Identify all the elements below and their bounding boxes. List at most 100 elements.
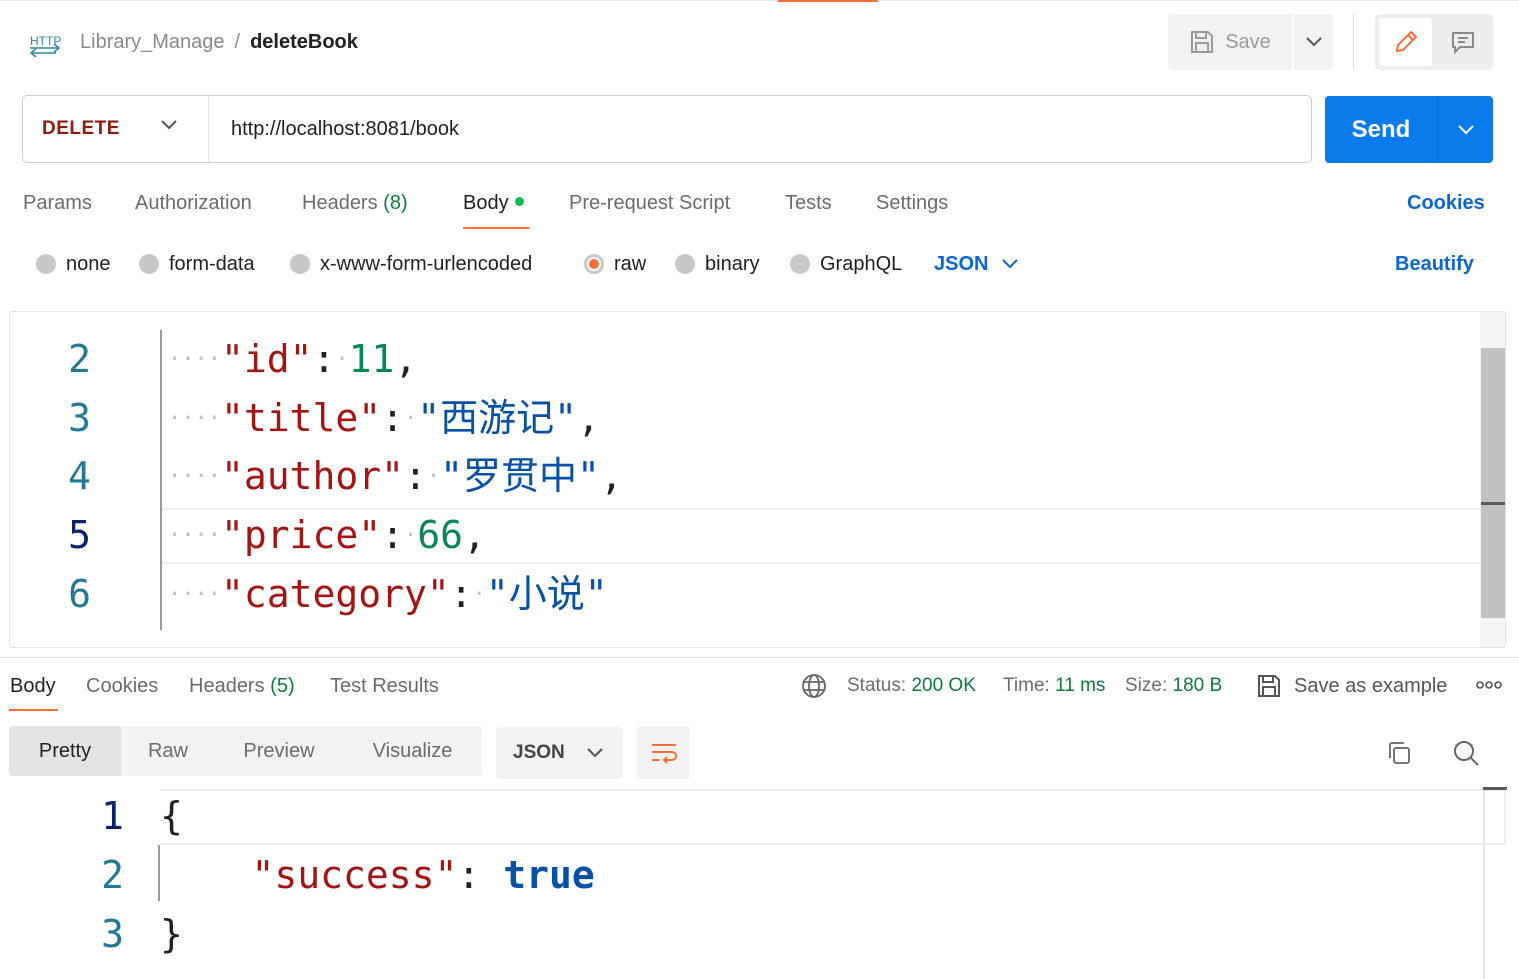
line-number: 3 xyxy=(101,912,124,956)
radio-urlencoded[interactable]: x-www-form-urlencoded xyxy=(290,248,532,280)
body-type-options: none form-data x-www-form-urlencoded raw… xyxy=(0,248,1519,282)
radio-form-data-label: form-data xyxy=(169,252,255,275)
body-indicator-dot xyxy=(514,197,524,206)
radio-none[interactable]: none xyxy=(36,248,111,280)
radio-dot-selected xyxy=(584,254,604,274)
tab-params[interactable]: Params xyxy=(23,188,92,218)
response-divider[interactable] xyxy=(0,657,1519,658)
response-tab-body[interactable]: Body xyxy=(10,672,56,700)
request-body-editor[interactable]: 2 ····"id":·11, 3 ····"title":·"西游记", 4 … xyxy=(9,311,1506,648)
wrap-lines-button[interactable] xyxy=(637,726,690,779)
cookies-link[interactable]: Cookies xyxy=(1407,188,1485,218)
tab-body[interactable]: Body xyxy=(463,188,524,218)
pencil-icon xyxy=(1395,30,1417,53)
code-line: 4 ····"author":·"罗贯中", xyxy=(10,447,1480,505)
radio-binary[interactable]: binary xyxy=(675,248,759,280)
radio-dot xyxy=(675,254,695,274)
line-number: 6 xyxy=(68,572,91,616)
line-number: 3 xyxy=(68,396,91,440)
radio-form-data[interactable]: form-data xyxy=(139,248,255,280)
response-tab-headers[interactable]: Headers (5) xyxy=(189,672,295,700)
tab-settings[interactable]: Settings xyxy=(876,188,948,218)
save-icon xyxy=(1258,675,1280,697)
time-indicator[interactable]: Time: 11 ms xyxy=(1003,672,1105,700)
tab-tests[interactable]: Tests xyxy=(785,188,832,218)
breadcrumb-collection[interactable]: Library_Manage xyxy=(80,30,225,54)
radio-dot xyxy=(290,254,310,274)
header-divider xyxy=(1353,14,1354,70)
response-format-select[interactable]: JSON xyxy=(496,727,623,779)
tab-headers-count: (8) xyxy=(383,192,408,214)
chevron-down-icon xyxy=(1002,259,1019,269)
response-body-viewer[interactable]: 1 { 2 "success": true 3 } xyxy=(0,787,1519,979)
line-number: 2 xyxy=(68,337,91,381)
time-value: 11 ms xyxy=(1055,675,1106,696)
line-number: 4 xyxy=(68,454,91,498)
response-tab-cookies[interactable]: Cookies xyxy=(86,672,158,700)
send-options-button[interactable] xyxy=(1437,96,1493,163)
code-text: "success": true xyxy=(251,853,595,897)
url-input[interactable] xyxy=(209,96,1311,162)
line-number: 2 xyxy=(101,853,124,897)
response-tab-headers-label: Headers xyxy=(189,675,265,697)
save-as-example-label: Save as example xyxy=(1294,675,1448,697)
more-options-icon[interactable] xyxy=(1476,678,1502,692)
current-line-highlight xyxy=(160,789,1506,845)
view-visualize[interactable]: Visualize xyxy=(343,726,482,776)
chevron-down-icon xyxy=(161,120,177,130)
scrollbar-cursor-marker xyxy=(1483,787,1507,790)
globe-icon[interactable] xyxy=(800,672,828,700)
code-text: ····"id":·11, xyxy=(168,337,418,381)
response-view-segmented: Pretty Raw Preview Visualize xyxy=(9,726,482,776)
radio-raw[interactable]: raw xyxy=(584,248,646,280)
radio-raw-label: raw xyxy=(614,252,647,275)
code-text: ····"author":·"罗贯中", xyxy=(168,454,623,498)
response-tab-test-results[interactable]: Test Results xyxy=(330,672,439,700)
response-tab-headers-count: (5) xyxy=(270,675,295,697)
save-button[interactable]: Save xyxy=(1168,14,1292,70)
tab-active-underline xyxy=(463,227,529,229)
size-value: 180 B xyxy=(1172,675,1223,696)
save-options-button[interactable] xyxy=(1292,14,1333,70)
search-icon[interactable] xyxy=(1452,739,1480,767)
http-icon: HTTP xyxy=(29,34,61,58)
response-scrollbar[interactable] xyxy=(1483,787,1485,979)
beautify-button[interactable]: Beautify xyxy=(1395,248,1474,280)
line-number: 5 xyxy=(68,513,91,557)
method-select[interactable]: DELETE xyxy=(23,96,209,162)
chevron-down-icon xyxy=(1305,37,1322,47)
tab-authorization[interactable]: Authorization xyxy=(135,188,252,218)
radio-dot xyxy=(139,254,159,274)
tab-headers[interactable]: Headers (8) xyxy=(302,188,408,218)
send-button[interactable]: Send xyxy=(1325,96,1437,163)
tab-pre-request-script[interactable]: Pre-request Script xyxy=(569,188,730,218)
body-language-label: JSON xyxy=(934,252,989,275)
view-pretty[interactable]: Pretty xyxy=(9,726,121,776)
comments-mode-button[interactable] xyxy=(1436,18,1489,66)
radio-graphql-label: GraphQL xyxy=(820,252,903,275)
radio-graphql[interactable]: GraphQL xyxy=(790,248,902,280)
view-preview[interactable]: Preview xyxy=(215,726,343,776)
view-mode-toggle xyxy=(1375,14,1493,70)
save-as-example-button[interactable]: Save as example xyxy=(1256,672,1447,700)
body-language-select[interactable]: JSON xyxy=(934,248,1019,280)
response-tab-underline xyxy=(9,709,58,711)
active-tab-indicator xyxy=(778,0,878,2)
chevron-down-icon xyxy=(1457,124,1474,134)
status-indicator[interactable]: Status: 200 OK xyxy=(847,672,976,700)
copy-icon[interactable] xyxy=(1385,739,1413,767)
line-number: 1 xyxy=(101,794,124,838)
editor-scrollbar-thumb[interactable] xyxy=(1481,348,1505,618)
top-border xyxy=(0,0,1519,1)
radio-dot xyxy=(36,254,56,274)
view-raw[interactable]: Raw xyxy=(121,726,215,776)
code-text: ····"category":·"小说" xyxy=(168,572,608,616)
code-line: 2 ····"id":·11, xyxy=(10,330,1480,388)
chevron-down-icon xyxy=(587,748,603,758)
request-name[interactable]: deleteBook xyxy=(250,30,358,54)
url-bar: DELETE xyxy=(22,95,1312,163)
tab-headers-label: Headers xyxy=(302,192,378,214)
code-text: { xyxy=(160,794,183,838)
edit-mode-button[interactable] xyxy=(1379,18,1432,66)
size-indicator[interactable]: Size: 180 B xyxy=(1125,672,1222,700)
